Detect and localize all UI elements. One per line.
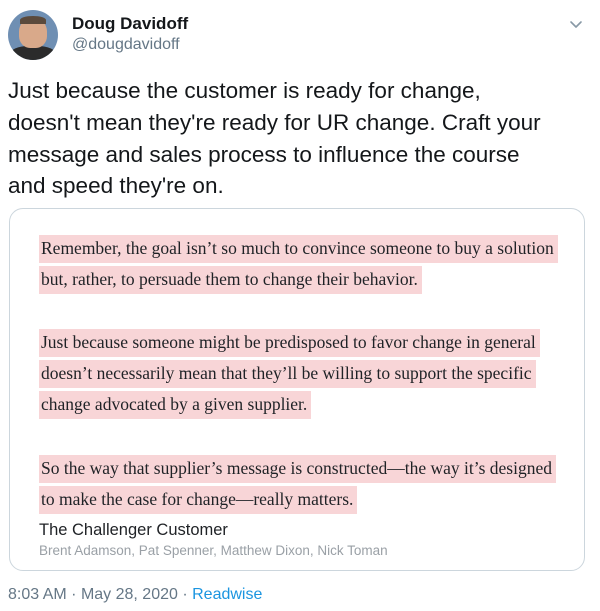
tweet-source-link[interactable]: Readwise <box>192 586 262 603</box>
author-name[interactable]: Doug Davidoff <box>72 14 188 34</box>
meta-separator: · <box>182 586 188 603</box>
book-authors: Brent Adamson, Pat Spenner, Matthew Dixo… <box>39 543 388 558</box>
chevron-down-icon[interactable] <box>566 14 586 34</box>
author-handle[interactable]: @dougdavidoff <box>72 36 180 54</box>
highlight-quote-text: Remember, the goal isn’t so much to conv… <box>39 235 558 294</box>
highlight-quote: Just because someone might be predispose… <box>39 327 559 420</box>
highlight-quote: Remember, the goal isn’t so much to conv… <box>39 233 559 295</box>
highlight-quote-text: Just because someone might be predispose… <box>39 329 540 419</box>
avatar[interactable] <box>8 10 58 60</box>
tweet-text-line: Just because the customer is ready for c… <box>8 78 481 103</box>
tweet-text: Just because the customer is ready for c… <box>8 75 583 202</box>
tweet-meta: 8:03 AM · May 28, 2020 · Readwise <box>8 586 262 604</box>
tweet-text-line: doesn't mean they're ready for UR change… <box>8 109 541 135</box>
highlight-quote: So the way that supplier’s message is co… <box>39 453 559 515</box>
meta-separator: · <box>71 586 77 603</box>
avatar-hair <box>20 16 46 24</box>
highlight-card[interactable]: Remember, the goal isn’t so much to conv… <box>9 208 585 571</box>
tweet-text-line: message and sales process to influence t… <box>8 141 520 167</box>
tweet-text-line: and speed they're on. <box>8 173 224 199</box>
avatar-shirt <box>10 46 56 60</box>
tweet-date[interactable]: May 28, 2020 <box>81 586 178 603</box>
tweet-time[interactable]: 8:03 AM <box>8 586 67 603</box>
book-title: The Challenger Customer <box>39 521 228 539</box>
highlight-quote-text: So the way that supplier’s message is co… <box>39 455 556 514</box>
tweet-header: Doug Davidoff @dougdavidoff <box>8 8 592 60</box>
